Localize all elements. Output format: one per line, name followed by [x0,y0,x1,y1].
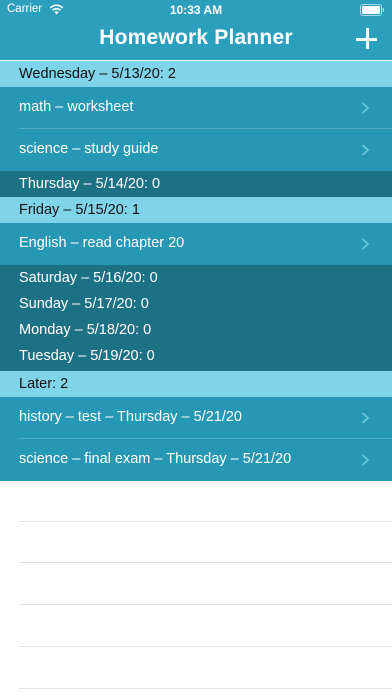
chevron-right-icon [361,144,370,156]
homework-label: science – final exam – Thursday – 5/21/2… [19,451,292,467]
add-homework-button[interactable] [354,26,380,52]
empty-row-separator [19,646,392,647]
homework-label: math – worksheet [19,99,134,115]
empty-row-separator [19,604,392,605]
chevron-right-icon [361,412,370,424]
homework-label: history – test – Thursday – 5/21/20 [19,409,243,425]
section-header-monday: Monday – 5/18/20: 0 [0,317,392,343]
section-header-thursday: Thursday – 5/14/20: 0 [0,171,392,197]
homework-row-history[interactable]: history – test – Thursday – 5/21/20 [0,397,392,439]
homework-label: English – read chapter 20 [19,235,185,251]
section-header-saturday: Saturday – 5/16/20: 0 [0,265,392,291]
homework-label: science – study guide [19,141,159,157]
status-bar: Carrier 10:33 AM [0,0,392,20]
chevron-right-icon [361,238,370,250]
section-header-tuesday: Tuesday – 5/19/20: 0 [0,343,392,371]
page-title: Homework Planner [99,26,293,49]
section-header-later: Later: 2 [0,371,392,397]
homework-row-english[interactable]: English – read chapter 20 [0,223,392,265]
homework-row-science-final[interactable]: science – final exam – Thursday – 5/21/2… [0,439,392,481]
chevron-right-icon [361,102,370,114]
chevron-right-icon [361,454,370,466]
navigation-bar: Homework Planner [0,20,392,60]
section-header-wednesday: Wednesday – 5/13/20: 2 [0,61,392,87]
empty-row-separator [19,688,392,689]
section-header-sunday: Sunday – 5/17/20: 0 [0,291,392,317]
battery-icon [360,4,385,16]
homework-row-science[interactable]: science – study guide [0,129,392,171]
clock: 10:33 AM [169,3,223,17]
empty-row-separator [19,521,392,522]
homework-row-math[interactable]: math – worksheet [0,87,392,129]
section-header-friday: Friday – 5/15/20: 1 [0,197,392,223]
empty-row-separator [19,562,392,563]
